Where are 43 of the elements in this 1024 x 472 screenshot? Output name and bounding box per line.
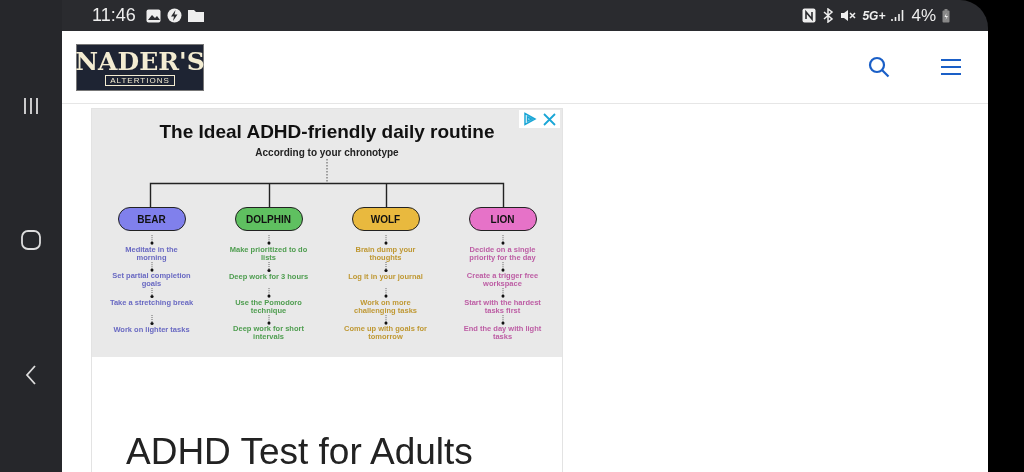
dotted-connector-icon [266,235,271,246]
bluetooth-icon [822,8,835,23]
mute-icon [840,8,857,23]
dotted-connector-icon [383,314,388,325]
chronotype-label: WOLF [351,207,420,231]
dotted-connector-icon [500,288,505,299]
dotted-connector-icon [500,314,505,325]
signal-icon [891,9,906,22]
dotted-connector-icon [266,288,271,299]
menu-icon[interactable] [940,58,962,76]
home-icon[interactable] [20,229,42,251]
dotted-connector-icon [500,261,505,272]
battery-level: 4% [911,5,936,26]
chronotype-label: BEAR [117,207,186,231]
search-icon[interactable] [868,56,890,78]
site-logo[interactable]: NADER'S ALTERTIONS [76,43,204,91]
network-label: 5G+ [862,8,886,23]
dotted-connector-icon [149,288,154,299]
battery-icon [942,8,950,23]
dotted-connector-icon [266,261,271,273]
chronotype-label: DOLPHIN [234,207,303,231]
dotted-connector-icon [383,235,388,246]
infographic-title: The Ideal ADHD-friendly daily routine [159,121,495,143]
close-icon[interactable] [543,112,556,126]
infographic-subtitle: According to your chronotype [255,147,399,159]
article-heading: ADHD Test for Adults [126,430,474,472]
recents-icon[interactable] [21,96,41,117]
folder-icon [187,9,204,22]
dotted-connector-icon [500,235,505,246]
image-icon [145,8,161,23]
bolt-circle-icon [166,8,182,23]
dotted-connector-icon [149,261,154,272]
clock: 11:46 [92,5,136,26]
dotted-connector-icon [266,314,271,325]
dotted-connector-icon [149,235,154,246]
nfc-icon [802,8,817,23]
ad-choices-icon[interactable] [523,112,537,126]
ad-banner[interactable] [92,109,562,357]
back-icon[interactable] [24,363,38,386]
chronotype-label: LION [468,207,537,231]
dotted-connector-icon [383,288,388,299]
dotted-connector-icon [149,314,154,326]
dotted-connector-icon [383,261,388,273]
